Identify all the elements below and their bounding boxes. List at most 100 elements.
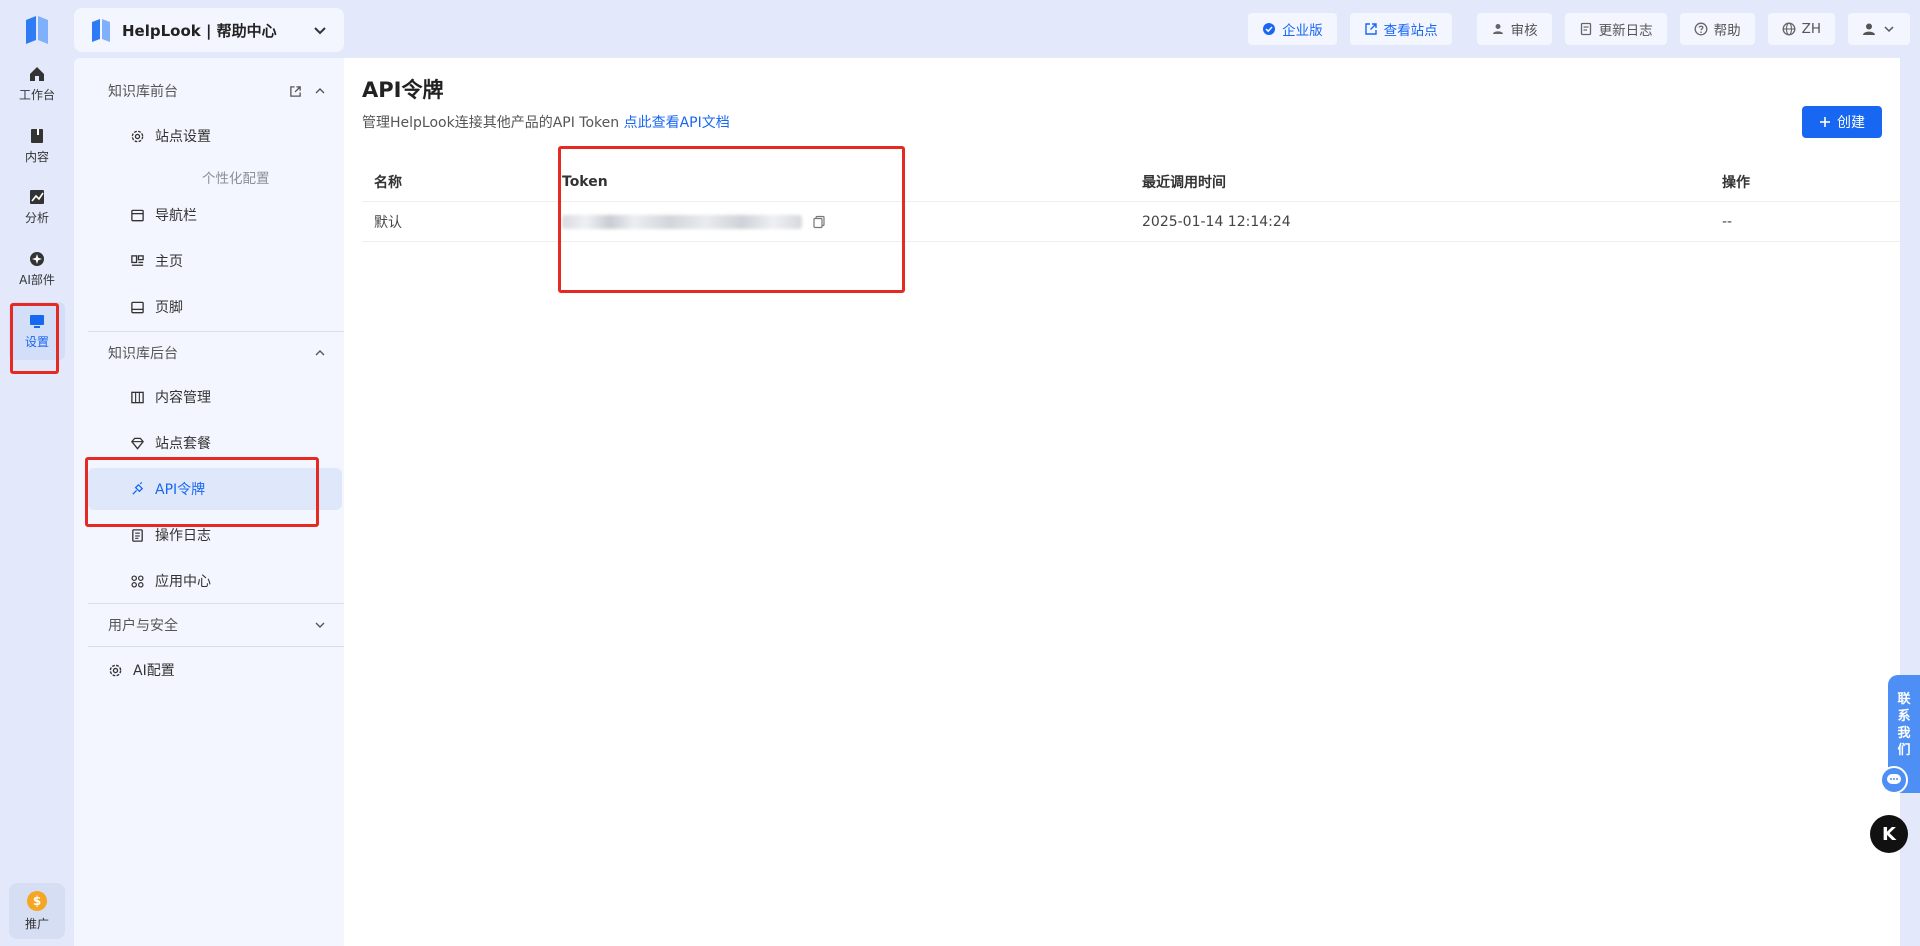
subtitle-text: 管理HelpLook连接其他产品的API Token (362, 115, 620, 131)
navbar-icon (131, 209, 144, 221)
footer-icon (131, 301, 144, 313)
changelog-label: 更新日志 (1598, 23, 1653, 39)
table-header: 名称 Token 最近调用时间 操作 (362, 162, 1900, 202)
rail-item-content[interactable]: 内容 (9, 117, 65, 175)
menu-footer[interactable]: 页脚 (88, 286, 342, 328)
chat-bubble-icon[interactable] (1880, 766, 1908, 794)
helplook-site-icon (92, 19, 110, 42)
enterprise-button[interactable]: 企业版 (1248, 13, 1337, 45)
top-actions: 企业版 查看站点 审核 更新日志 帮助 ZH (1248, 13, 1910, 45)
menu-label: AI配置 (133, 663, 175, 679)
plug-icon (132, 481, 144, 495)
token-value-blurred (562, 214, 802, 229)
rail-item-settings[interactable]: 设置 (9, 302, 65, 360)
main-panel: API令牌 管理HelpLook连接其他产品的API Token 点此查看API… (344, 58, 1900, 946)
menu-operation-log[interactable]: 操作日志 (88, 514, 342, 556)
contact-char: 系 (1897, 709, 1911, 724)
rail-item-analytics[interactable]: 分析 (9, 178, 65, 236)
log-icon (132, 528, 143, 542)
create-token-button[interactable]: 创建 (1802, 106, 1882, 138)
copy-icon[interactable] (812, 215, 826, 229)
menu-homepage[interactable]: 主页 (88, 240, 342, 282)
menu-navbar[interactable]: 导航栏 (88, 194, 342, 236)
menu-label: API令牌 (155, 482, 206, 498)
token-name: 默认 (374, 214, 402, 231)
site-selector[interactable]: HelpLook | 帮助中心 (74, 8, 344, 52)
contact-char: 们 (1897, 743, 1911, 758)
home-icon (30, 67, 44, 81)
helplook-logo-icon[interactable] (22, 14, 52, 46)
page-subtitle: 管理HelpLook连接其他产品的API Token 点此查看API文档 (362, 112, 730, 132)
gear-icon (131, 130, 144, 142)
monitor-icon (30, 315, 44, 328)
coin-icon: $ (27, 890, 47, 911)
library-icon (131, 391, 144, 403)
chart-icon (30, 190, 44, 204)
check-circle-icon (1263, 23, 1276, 35)
menu-label: 站点套餐 (155, 436, 211, 452)
section-backend-label: 知识库后台 (108, 346, 178, 362)
rail-item-label: 分析 (24, 211, 49, 225)
section-user-security-label: 用户与安全 (108, 618, 178, 634)
menu-label: 站点设置 (155, 129, 211, 145)
menu-api-token[interactable]: API令牌 (88, 468, 342, 510)
rail-promo[interactable]: $ 推广 (9, 883, 65, 939)
menu-site-plan[interactable]: 站点套餐 (88, 422, 342, 464)
left-rail: 工作台 内容 分析 AI部件 设置 $ 推广 (0, 0, 74, 946)
menu-app-center[interactable]: 应用中心 (88, 560, 342, 602)
help-button[interactable]: 帮助 (1679, 13, 1755, 45)
review-label: 审核 (1510, 23, 1538, 39)
doc-icon (1580, 22, 1591, 36)
menu-content-management[interactable]: 内容管理 (88, 376, 342, 418)
review-button[interactable]: 审核 (1476, 13, 1552, 45)
menu-site-settings[interactable]: 站点设置 (88, 115, 342, 157)
external-link-icon (1364, 23, 1377, 35)
plus-icon (1820, 117, 1830, 127)
user-icon (1492, 24, 1503, 34)
chevron-up-icon (315, 88, 325, 94)
view-site-label: 查看站点 (1383, 23, 1438, 39)
api-doc-link[interactable]: 点此查看API文档 (624, 115, 730, 131)
k-label: K (1882, 823, 1896, 845)
token-cell (562, 214, 1142, 229)
contact-char: 联 (1897, 692, 1911, 707)
rail-item-label: 设置 (24, 335, 49, 349)
token-action: -- (1722, 213, 1733, 230)
menu-label: 操作日志 (155, 528, 211, 544)
menu-ai-config[interactable]: AI配置 (88, 649, 342, 691)
rail-item-label: AI部件 (19, 273, 55, 287)
chevron-down-icon (315, 622, 325, 628)
k-assistant-button[interactable]: K (1870, 815, 1908, 853)
apps-icon (131, 574, 144, 588)
page-title: API令牌 (362, 78, 444, 102)
language-button[interactable]: ZH (1767, 13, 1835, 45)
gear-icon (109, 664, 122, 676)
section-frontend[interactable]: 知识库前台 (74, 70, 344, 112)
globe-icon (1782, 22, 1796, 36)
rail-promo-label: 推广 (24, 916, 49, 931)
changelog-button[interactable]: 更新日志 (1564, 13, 1667, 45)
col-name-header: 名称 (374, 174, 402, 191)
diamond-icon (131, 437, 144, 450)
site-name: HelpLook | 帮助中心 (122, 21, 277, 40)
book-icon (31, 129, 43, 143)
sidebar-divider (88, 646, 344, 647)
rail-item-ai-widget[interactable]: AI部件 (9, 240, 65, 298)
question-icon (1694, 22, 1708, 36)
rail-item-workbench[interactable]: 工作台 (9, 55, 65, 113)
chevron-down-icon (314, 27, 326, 35)
account-button[interactable] (1848, 13, 1910, 45)
view-site-button[interactable]: 查看站点 (1349, 13, 1452, 45)
avatar-icon (1863, 23, 1875, 35)
help-label: 帮助 (1713, 23, 1741, 39)
section-user-security[interactable]: 用户与安全 (74, 604, 344, 646)
section-backend[interactable]: 知识库后台 (74, 332, 344, 374)
section-frontend-label: 知识库前台 (108, 84, 178, 100)
external-link-icon[interactable] (289, 85, 302, 98)
enterprise-label: 企业版 (1282, 23, 1323, 39)
chevron-down-icon (1884, 26, 1894, 33)
table-row: 默认 2025-01-14 12:14:24 -- (362, 202, 1900, 242)
chevron-up-icon (315, 350, 325, 356)
menu-label: 导航栏 (155, 208, 197, 224)
menu-label: 页脚 (155, 300, 183, 316)
